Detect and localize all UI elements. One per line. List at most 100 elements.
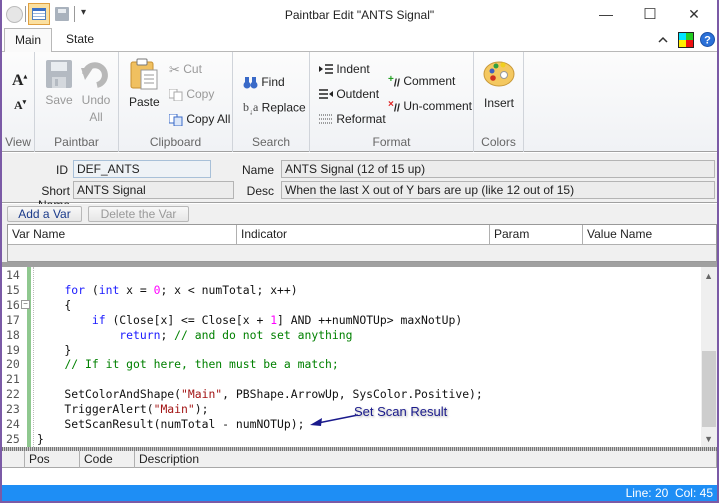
column-header-description[interactable]: Description <box>134 451 716 468</box>
errors-header: Pos Code Description <box>2 451 717 468</box>
reformat-button[interactable]: Reformat <box>319 112 386 126</box>
close-icon: ✕ <box>688 5 700 22</box>
cut-button[interactable]: ✂ Cut <box>169 62 202 78</box>
variables-grid: Var Name Indicator Param Value Name <box>7 224 717 262</box>
change-indicator-bar <box>27 267 31 447</box>
code-line[interactable]: TriggerAlert("Main"); <box>37 402 208 416</box>
save-icon <box>46 60 72 88</box>
group-label-search: Search <box>251 135 291 149</box>
id-field[interactable]: DEF_ANTS <box>73 160 211 178</box>
line-number: 23 <box>6 402 20 417</box>
code-line[interactable]: if (Close[x] <= Close[x + 1] AND ++numNO… <box>37 313 462 327</box>
code-line[interactable]: { <box>37 298 71 312</box>
replace-icon: b↓a <box>243 100 259 117</box>
outdent-icon <box>319 89 333 100</box>
column-header-code[interactable]: Code <box>79 451 134 468</box>
outdent-button[interactable]: Outdent <box>319 87 379 101</box>
undo-all-button[interactable]: Undo All <box>81 60 111 124</box>
ribbon-group-colors: Insert Colors <box>474 52 524 152</box>
errors-grid: Pos Code Description <box>2 451 717 485</box>
code-line[interactable]: return; // and do not set anything <box>37 328 352 342</box>
scrollbar-thumb[interactable] <box>702 351 716 427</box>
code-line[interactable]: SetColorAndShape("Main", PBShape.ArrowUp… <box>37 387 482 401</box>
indent-button[interactable]: Indent <box>319 62 370 76</box>
reformat-icon <box>319 114 333 124</box>
maximize-icon: ☐ <box>643 6 657 23</box>
replace-button[interactable]: b↓a Replace <box>243 100 306 116</box>
status-bar: Line: 20 Col: 45 <box>2 485 717 501</box>
minimize-icon: — <box>599 6 613 22</box>
code-line[interactable]: for (int x = 0; x < numTotal; x++) <box>37 283 297 297</box>
column-header-var-name[interactable]: Var Name <box>8 225 237 245</box>
code-line[interactable]: } <box>37 432 44 446</box>
color-scheme-icon[interactable] <box>678 32 694 48</box>
find-button[interactable]: Find <box>243 75 285 89</box>
collapse-ribbon-icon[interactable] <box>658 36 668 44</box>
name-field[interactable]: ANTS Signal (12 of 15 up) <box>281 160 715 178</box>
copy-all-icon <box>169 113 183 126</box>
annotation-set-scan-result: Set Scan Result <box>354 404 448 419</box>
scroll-up-icon[interactable]: ▲ <box>704 271 713 281</box>
uncomment-icon: ×// <box>388 99 400 115</box>
name-label: Name <box>241 163 274 177</box>
scroll-down-icon[interactable]: ▼ <box>704 434 713 444</box>
ribbon-tabs: Main State ? <box>2 28 717 53</box>
variables-panel: Add a Var Delete the Var Var Name Indica… <box>2 204 717 262</box>
code-editor[interactable]: 14 15 16 17 18 19 20 21 22 23 24 25 − for (int x = … <box>2 267 717 447</box>
column-header-param[interactable]: Param <box>490 225 583 245</box>
line-number: 20 <box>6 357 20 372</box>
help-icon[interactable]: ? <box>700 32 715 47</box>
font-decrease-button[interactable]: A▾ <box>14 98 26 113</box>
cursor-position: Line: 20 Col: 45 <box>625 486 713 500</box>
minimize-button[interactable]: — <box>584 2 628 26</box>
delete-var-button[interactable]: Delete the Var <box>88 206 189 222</box>
close-button[interactable]: ✕ <box>672 2 716 26</box>
save-button[interactable]: Save <box>45 60 73 107</box>
line-number: 17 <box>6 312 20 327</box>
line-number: 19 <box>6 342 20 357</box>
short-name-field[interactable]: ANTS Signal <box>73 181 234 199</box>
maximize-button[interactable]: ☐ <box>628 2 672 26</box>
comment-button[interactable]: +// Comment <box>388 74 455 90</box>
code-line[interactable]: // If it got here, then must be a match; <box>37 357 338 371</box>
ribbon-group-clipboard: Paste ✂ Cut Copy Copy All Clipboard <box>119 52 233 152</box>
id-label: ID <box>56 163 68 177</box>
title-bar: ▾ Paintbar Edit "ANTS Signal" — ☐ ✕ <box>2 0 717 28</box>
column-header-value-name[interactable]: Value Name <box>583 225 716 245</box>
desc-field[interactable]: When the last X out of Y bars are up (li… <box>281 181 715 199</box>
column-header-pos[interactable]: Pos <box>24 451 79 468</box>
editor-vertical-scrollbar[interactable]: ▲ ▼ <box>701 267 717 447</box>
line-number: 25 <box>6 431 20 446</box>
uncomment-button[interactable]: ×// Un-comment <box>388 99 472 115</box>
paste-button[interactable]: Paste <box>129 58 160 109</box>
line-number: 16 <box>6 297 20 312</box>
ribbon-group-paintbar: Save Undo All Paintbar <box>35 52 119 152</box>
code-line[interactable]: SetScanResult(numTotal - numNOTUp); <box>37 417 304 431</box>
group-label-colors: Colors <box>481 135 516 149</box>
copy-button[interactable]: Copy <box>169 87 214 101</box>
line-number: 22 <box>6 387 20 402</box>
svg-text:?: ? <box>704 35 711 47</box>
fold-collapse-icon[interactable]: − <box>21 300 30 309</box>
ribbon-group-format: Indent Outdent Reformat +// Comment ×// … <box>310 52 474 152</box>
tab-state[interactable]: State <box>56 28 104 52</box>
ribbon-group-view: A▴ A▾ View <box>2 52 35 152</box>
code-line[interactable]: } <box>37 343 71 357</box>
line-number: 15 <box>6 282 20 297</box>
annotation-arrow <box>310 414 359 426</box>
column-header-indicator[interactable]: Indicator <box>237 225 490 245</box>
add-var-button[interactable]: Add a Var <box>7 206 82 222</box>
insert-color-button[interactable]: Insert <box>482 59 516 110</box>
ribbon-group-search: Find b↓a Replace Search <box>233 52 310 152</box>
line-number: 14 <box>6 268 20 282</box>
paste-icon <box>130 58 158 90</box>
line-number: 18 <box>6 327 20 342</box>
paintbar-properties: ID DEF_ANTS Short Name ANTS Signal Name … <box>2 153 717 212</box>
copy-all-button[interactable]: Copy All <box>169 112 230 126</box>
undo-icon <box>81 62 108 88</box>
copy-icon <box>169 88 183 101</box>
tab-main[interactable]: Main <box>4 28 53 53</box>
binoculars-icon <box>243 77 258 89</box>
paintbar-edit-window: ▾ Paintbar Edit "ANTS Signal" — ☐ ✕ Main… <box>0 0 719 503</box>
font-increase-button[interactable]: A▴ <box>12 72 27 90</box>
